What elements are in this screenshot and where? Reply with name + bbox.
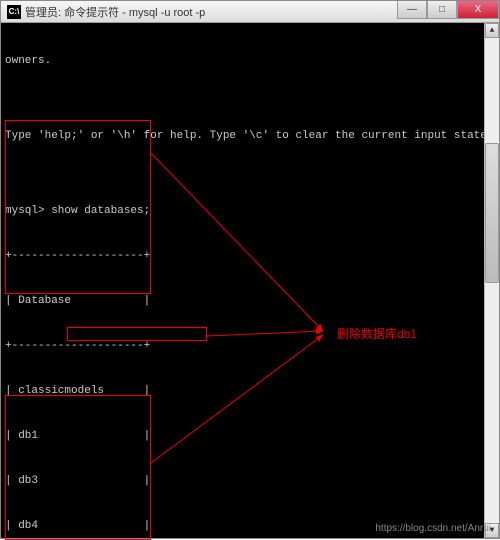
line: owners. xyxy=(5,54,495,69)
cmd-icon: C:\ xyxy=(7,5,21,19)
minimize-button[interactable]: — xyxy=(397,1,427,19)
window-title: 管理员: 命令提示符 - mysql -u root -p xyxy=(25,4,397,20)
close-button[interactable]: X xyxy=(457,1,499,19)
db-row: | db3 | xyxy=(5,474,495,489)
titlebar: C:\ 管理员: 命令提示符 - mysql -u root -p — □ X xyxy=(1,1,499,23)
vertical-scrollbar[interactable]: ▲ ▼ xyxy=(484,23,499,538)
watermark: https://blog.csdn.net/Anrui xyxy=(375,523,491,534)
terminal-output[interactable]: owners. Type 'help;' or '\h' for help. T… xyxy=(1,23,499,538)
db-row: | db1 | xyxy=(5,429,495,444)
line: Type 'help;' or '\h' for help. Type '\c'… xyxy=(5,129,495,144)
cmd-window: C:\ 管理员: 命令提示符 - mysql -u root -p — □ X … xyxy=(0,0,500,539)
prompt-line: mysql> show databases; xyxy=(5,204,495,219)
maximize-button[interactable]: □ xyxy=(427,1,457,19)
db-row: | classicmodels | xyxy=(5,384,495,399)
scroll-thumb[interactable] xyxy=(485,143,499,283)
window-buttons: — □ X xyxy=(397,1,499,22)
scroll-up-button[interactable]: ▲ xyxy=(485,23,499,38)
table-header: | Database | xyxy=(5,294,495,309)
table-sep: +--------------------+ xyxy=(5,249,495,264)
table-sep: +--------------------+ xyxy=(5,339,495,354)
